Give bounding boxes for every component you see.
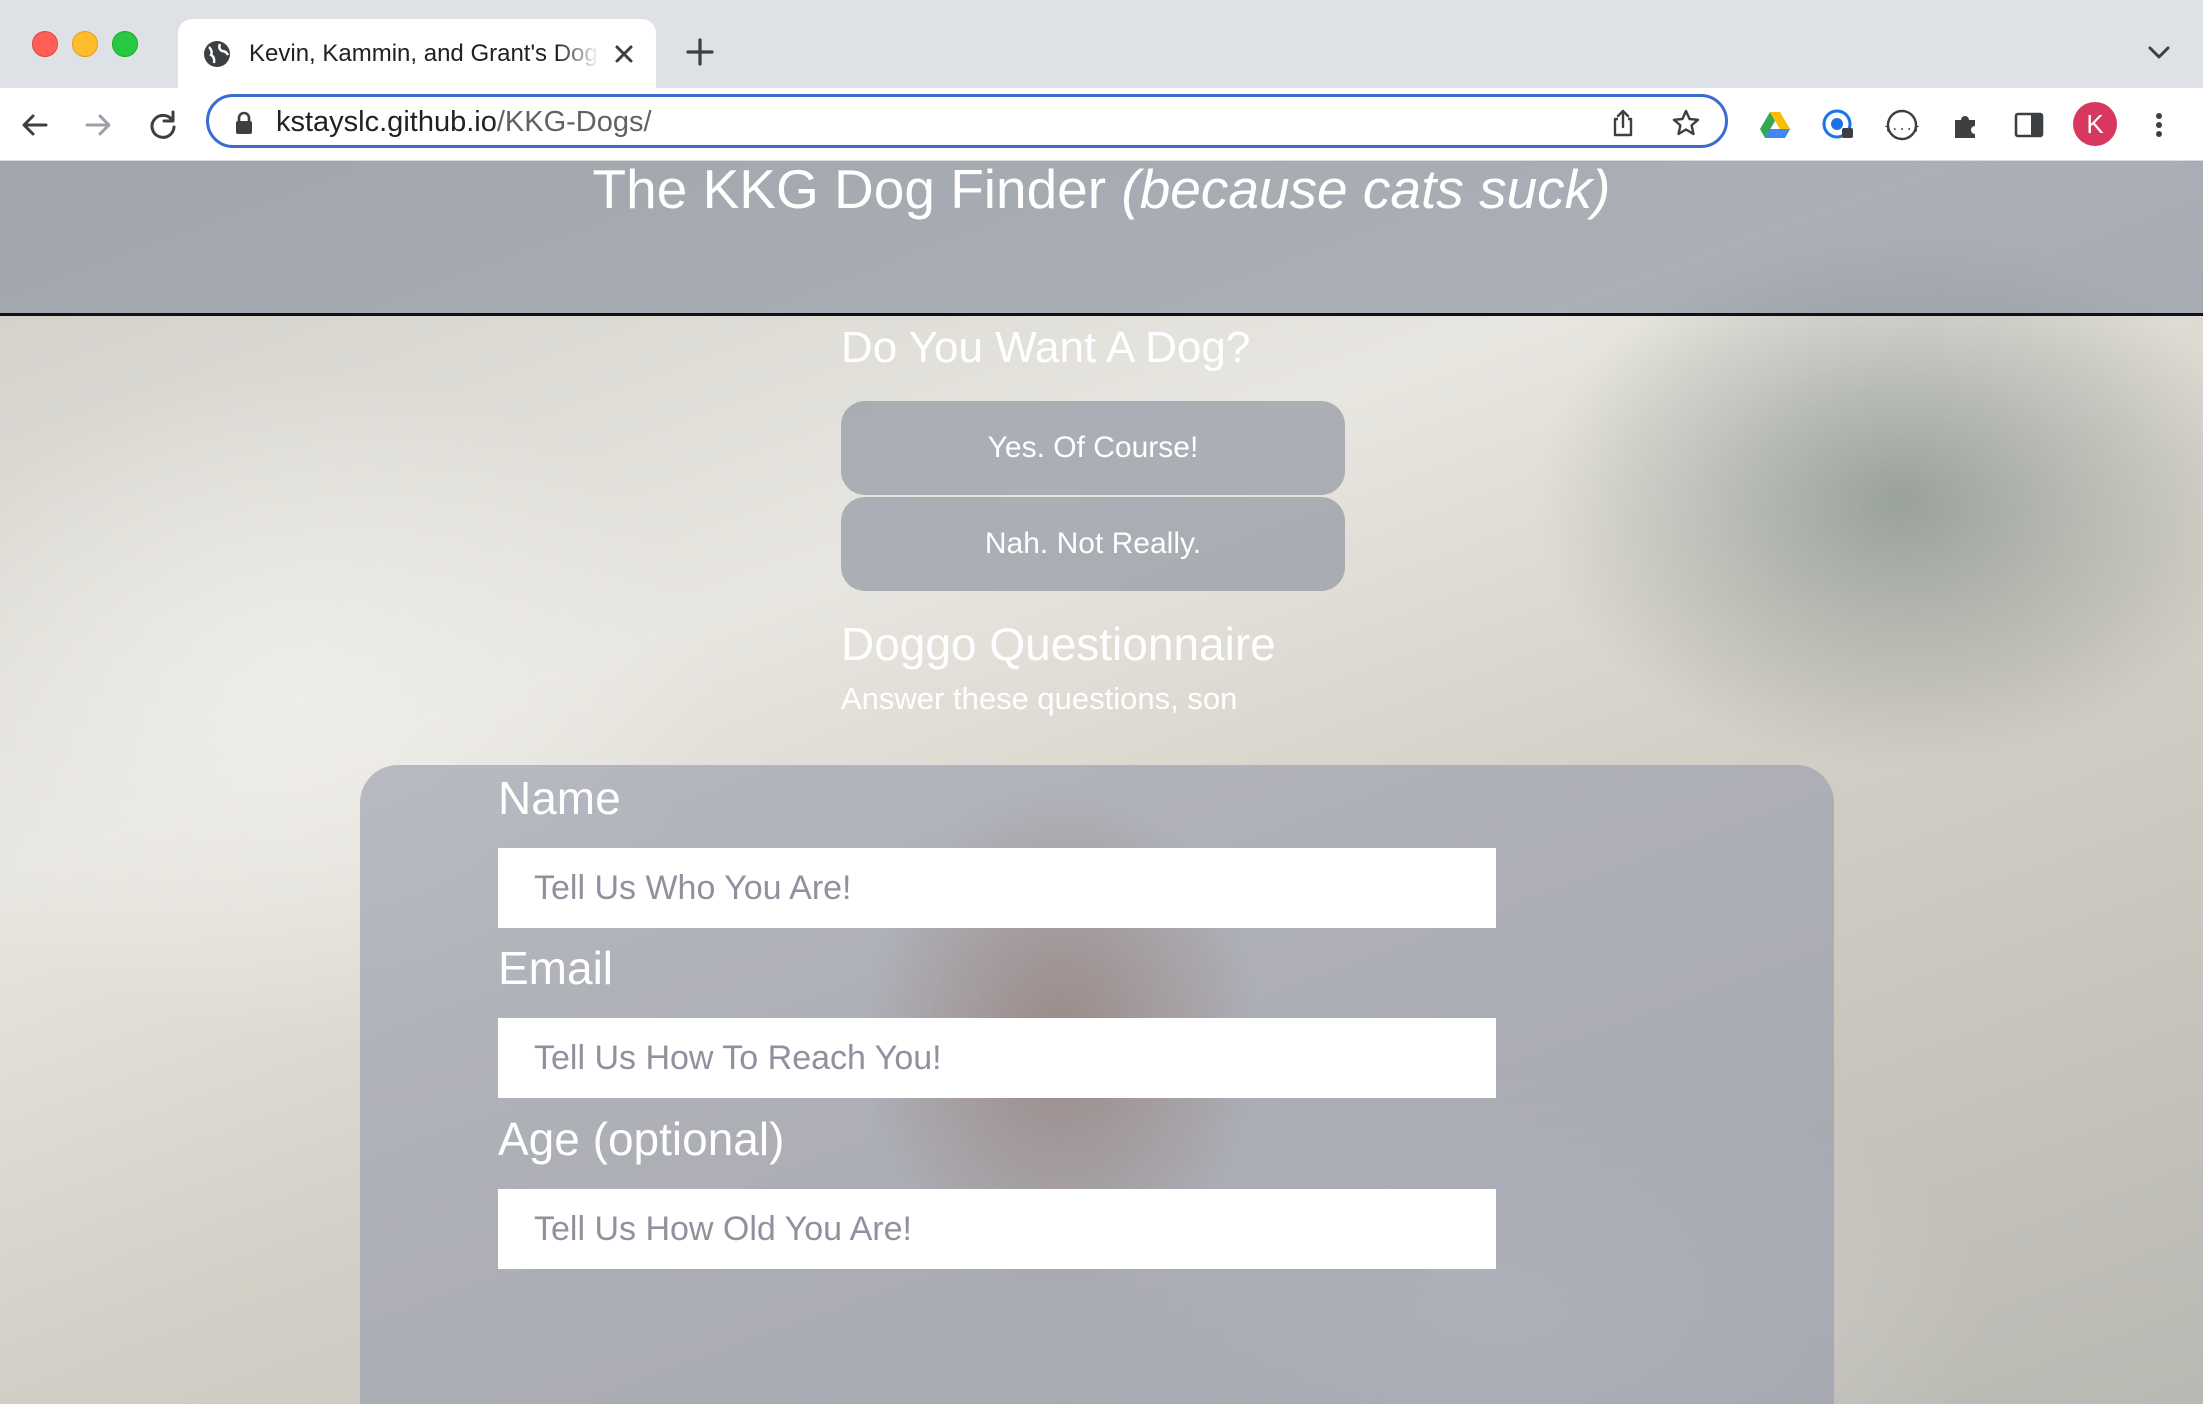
url-text[interactable]: kstayslc.github.io/KKG-Dogs/ [276,106,652,138]
browser-toolbar: kstayslc.github.io/KKG-Dogs/ {...} K [0,88,2203,161]
minimize-window-button[interactable] [72,31,98,57]
back-arrow-icon[interactable] [18,108,52,142]
lock-icon[interactable] [233,111,255,135]
profile-avatar[interactable]: K [2073,102,2117,146]
reload-icon[interactable] [146,108,180,142]
bookmark-star-icon[interactable] [1671,108,1701,138]
name-input[interactable] [498,848,1496,928]
browser-tab-active[interactable]: Kevin, Kammin, and Grant's Dog Finder [178,19,656,88]
page-viewport: The KKG Dog Finder (because cats suck) D… [0,161,2203,1404]
name-label: Name [498,772,621,824]
dog-question-heading: Do You Want A Dog? [841,323,1251,372]
address-bar[interactable]: kstayslc.github.io/KKG-Dogs/ [206,94,1728,148]
site-title: The KKG Dog Finder (because cats suck) [0,161,2203,217]
url-path: /KKG-Dogs/ [496,106,652,138]
fullscreen-window-button[interactable] [112,31,138,57]
side-panel-icon[interactable] [2012,108,2046,142]
questionnaire-title: Doggo Questionnaire [841,618,1276,670]
questionnaire-form: Name Email Age (optional) [360,765,1834,1404]
no-button[interactable]: Nah. Not Really. [841,497,1345,591]
svg-text:{...}: {...} [1885,119,1919,133]
share-icon[interactable] [1608,108,1638,138]
questionnaire-subtitle: Answer these questions, son [841,681,1238,716]
forward-arrow-icon[interactable] [81,108,115,142]
email-label: Email [498,942,614,994]
email-input[interactable] [498,1018,1496,1098]
json-viewer-icon[interactable]: {...} [1885,108,1919,142]
new-tab-icon[interactable] [684,36,716,68]
more-menu-icon[interactable] [2142,108,2176,142]
tab-title: Kevin, Kammin, and Grant's Dog Finder [249,40,599,67]
chevron-down-icon[interactable] [2144,40,2174,66]
yes-button[interactable]: Yes. Of Course! [841,401,1345,495]
puzzle-extensions-icon[interactable] [1949,108,1983,142]
globe-icon [204,41,230,67]
age-input[interactable] [498,1189,1496,1269]
password-manager-icon[interactable] [1821,108,1855,142]
site-title-tagline: (because cats suck) [1121,161,1611,220]
site-header: The KKG Dog Finder (because cats suck) [0,161,2203,316]
url-host: kstayslc.github.io [276,106,497,138]
close-window-button[interactable] [32,31,58,57]
site-title-main: The KKG Dog Finder [592,161,1122,220]
close-tab-icon[interactable] [610,40,638,68]
google-drive-icon[interactable] [1758,108,1792,142]
tab-strip: Kevin, Kammin, and Grant's Dog Finder [0,0,2203,88]
age-label: Age (optional) [498,1113,785,1165]
